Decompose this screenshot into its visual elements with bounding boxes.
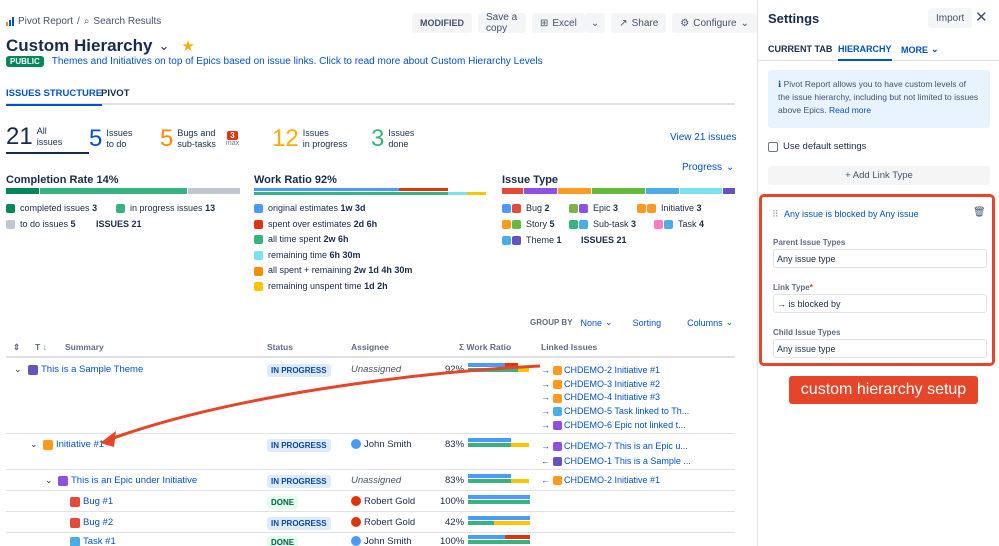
info-text: Pivot Report allows you to have custom l… xyxy=(778,79,979,115)
trash-icon[interactable]: 🗑 xyxy=(973,207,986,218)
drag-handle-icon[interactable]: ⠿ xyxy=(772,209,779,220)
settings-title: Settings xyxy=(768,11,820,26)
annotation-callout: custom hierarchy setup xyxy=(789,376,978,404)
tab-more[interactable]: MORE ⌄ xyxy=(901,44,939,55)
main-panel: Pivot Report / ⌕ Search Results MODIFIED… xyxy=(0,0,757,546)
info-icon: ℹ xyxy=(778,79,782,89)
required-marker: * xyxy=(809,283,813,292)
tab-more-label: MORE xyxy=(901,44,928,55)
annotation-arrow xyxy=(100,364,541,447)
link-type-select[interactable]: → is blocked by xyxy=(773,294,987,313)
settings-tabs: CURRENT TAB HIERARCHY MORE ⌄ xyxy=(758,42,999,61)
default-settings-checkbox[interactable]: Use default settings xyxy=(768,141,866,152)
child-types-select[interactable]: Any issue type xyxy=(773,339,987,358)
link-type-label-text: Link Type xyxy=(773,283,810,292)
import-button[interactable]: Import xyxy=(928,8,973,28)
info-panel: ℹ Pivot Report allows you to have custom… xyxy=(768,70,990,128)
checkbox-icon[interactable] xyxy=(768,141,778,152)
hierarchy-rule-card: ⠿ Any issue is blocked by Any issue 🗑 Pa… xyxy=(759,194,995,366)
child-types-label: Child Issue Types xyxy=(773,328,841,337)
read-more-link[interactable]: Read more xyxy=(829,105,871,115)
chevron-down-icon: ⌄ xyxy=(931,44,939,54)
default-settings-label: Use default settings xyxy=(783,141,867,152)
close-icon[interactable]: ✕ xyxy=(975,8,988,26)
add-link-type-button[interactable]: + Add Link Type xyxy=(768,166,990,185)
link-type-label: Link Type* xyxy=(773,283,813,292)
rule-title[interactable]: Any issue is blocked by Any issue xyxy=(784,209,919,219)
tab-current[interactable]: CURRENT TAB xyxy=(768,44,832,54)
parent-types-select[interactable]: Any issue type xyxy=(773,249,987,268)
settings-panel: Settings Import ✕ CURRENT TAB HIERARCHY … xyxy=(757,0,999,546)
tab-hierarchy[interactable]: HIERARCHY xyxy=(838,44,892,61)
parent-types-label: Parent Issue Types xyxy=(773,238,846,247)
